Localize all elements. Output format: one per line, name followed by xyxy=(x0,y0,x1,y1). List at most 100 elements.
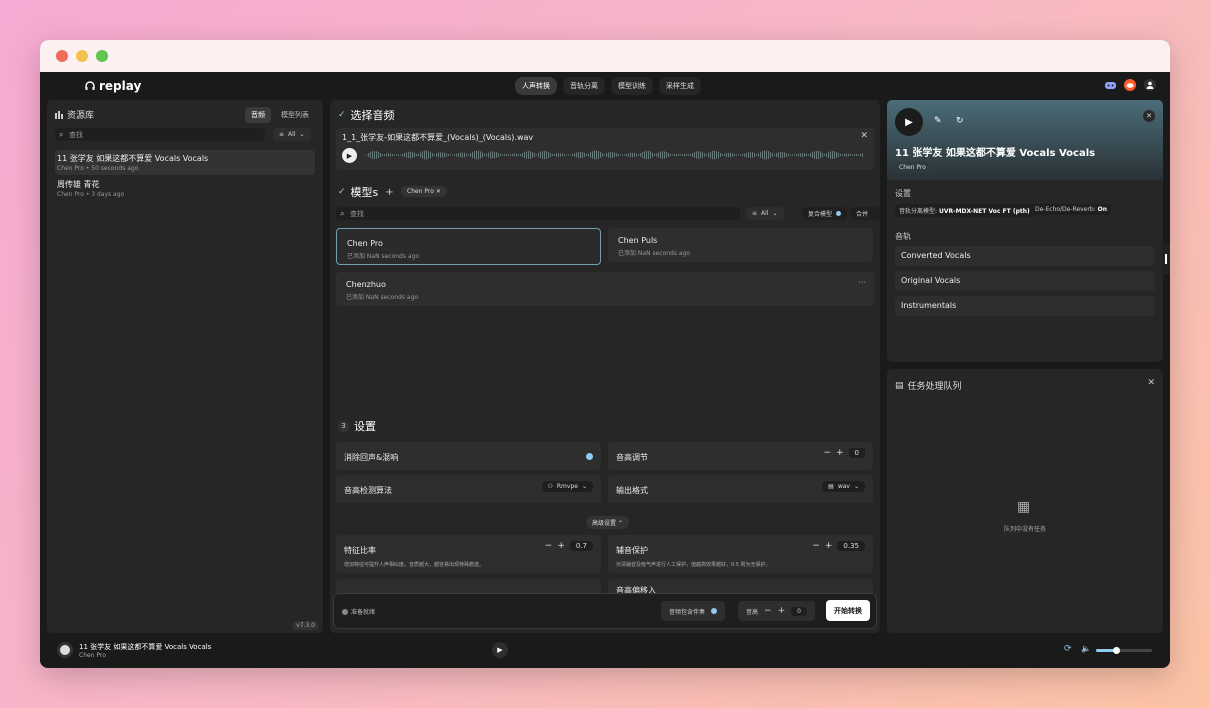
sort-icon: ≡ xyxy=(752,210,758,217)
pitch-stepper[interactable]: − + 0 xyxy=(823,448,865,458)
player-title: 11 张学友 如果这都不算爱 Vocals Vocals xyxy=(79,643,212,651)
version-badge: v7.3.0 xyxy=(293,621,318,630)
chevron-down-icon: ⌄ xyxy=(853,483,859,490)
close-icon[interactable]: ✕ xyxy=(1143,110,1155,122)
library-item[interactable]: 周传雄 青花 Chen Pro • 3 days ago xyxy=(55,176,315,201)
side-panel-handle[interactable] xyxy=(1162,244,1170,274)
app-window: replay 人声转换 音轨分离 模型训练 采样生成 资源库 音频 模型列表 ⌕… xyxy=(40,40,1170,668)
library-search-input[interactable]: ⌕ 查找 xyxy=(55,128,265,141)
app-logo[interactable]: replay xyxy=(85,79,141,93)
selected-model-chip[interactable]: Chen Pro ✕ xyxy=(401,186,447,197)
track-instrumentals[interactable]: Instrumentals xyxy=(895,296,1155,316)
volume-knob[interactable] xyxy=(1112,647,1120,654)
tab-model-list[interactable]: 模型列表 xyxy=(275,107,315,123)
main-nav: 人声转换 音轨分离 模型训练 采样生成 xyxy=(515,77,701,95)
pitch-detect-select[interactable]: ⚇ Rmvpe ⌄ xyxy=(541,481,593,492)
close-icon[interactable]: ✕ xyxy=(436,188,441,195)
minus-button[interactable]: − xyxy=(823,448,831,458)
library-tabs: 音频 模型列表 xyxy=(245,107,315,123)
advanced-settings-button[interactable]: 高级设置 ⌃ xyxy=(586,516,629,529)
search-icon: ⌕ xyxy=(59,130,64,139)
model-card-chenzhuo[interactable]: Chenzhuo 已添加 NaN seconds ago ··· xyxy=(336,272,874,306)
model-search-input[interactable]: ⌕ 查找 xyxy=(336,207,740,220)
close-window-button[interactable] xyxy=(56,50,68,62)
library-item[interactable]: 11 张学友 如果这都不算爱 Vocals Vocals Chen Pro • … xyxy=(55,150,315,175)
action-bar: 准备就绪 音频包含伴奏 音高 − + 0 开始转换 xyxy=(333,593,877,629)
start-convert-button[interactable]: 开始转换 xyxy=(826,600,870,621)
section-models: ✓ 模型s + xyxy=(338,186,394,199)
track-artist: Chen Pro xyxy=(895,162,930,173)
check-icon: ✓ xyxy=(338,187,346,197)
loop-icon[interactable]: ⟳ xyxy=(1064,644,1072,654)
plus-button[interactable]: + xyxy=(836,448,844,458)
separation-model-tag: 音轨分离模型: UVR-MDX-NET Voc FT (pth) xyxy=(895,204,1034,217)
player-bar: 11 张学友 如果这都不算爱 Vocals Vocals Chen Pro ▶ … xyxy=(40,636,1170,668)
echo-setting[interactable]: 消除回声&混响 xyxy=(336,442,601,470)
de-echo-tag: De-Echo/De-Reverb: On xyxy=(1031,204,1111,215)
tab-voice-convert[interactable]: 人声转换 xyxy=(515,77,557,95)
user-icon[interactable] xyxy=(1144,79,1156,91)
task-queue-panel: ▤ 任务处理队列 ✕ ▦ 队列中没有任务 xyxy=(887,369,1163,633)
model-card-chen-pro[interactable]: Chen Pro 已添加 NaN seconds ago xyxy=(336,228,601,265)
chevron-down-icon: ⌄ xyxy=(581,483,587,490)
play-icon[interactable]: ▶ xyxy=(342,148,357,163)
track-title: 11 张学友 如果这都不算爱 Vocals Vocals xyxy=(895,148,1096,159)
edit-icon[interactable]: ✎ xyxy=(934,116,942,126)
protect-stepper[interactable]: − + 0.35 xyxy=(812,541,865,551)
feature-ratio-stepper[interactable]: − + 0.7 xyxy=(545,541,593,551)
search-icon: ⌕ xyxy=(340,209,345,218)
pitch-setting: 音高调节 − + 0 xyxy=(608,442,873,470)
mix-model-toggle[interactable]: 复合模型 xyxy=(802,207,848,220)
reddit-icon[interactable] xyxy=(1124,79,1136,91)
chevron-down-icon: ⌄ xyxy=(299,131,305,138)
minus-button[interactable]: − xyxy=(764,606,772,616)
sort-icon: ≡ xyxy=(279,131,285,138)
track-original-vocals[interactable]: Original Vocals xyxy=(895,271,1155,291)
output-format-select[interactable]: ▤ wav ⌄ xyxy=(822,481,865,492)
app-header: replay 人声转换 音轨分离 模型训练 采样生成 xyxy=(40,72,1170,100)
tab-model-training[interactable]: 模型训练 xyxy=(611,77,653,95)
maximize-window-button[interactable] xyxy=(96,50,108,62)
tab-audio[interactable]: 音频 xyxy=(245,107,271,123)
output-format-setting: 输出格式 ▤ wav ⌄ xyxy=(608,475,873,503)
library-panel: 资源库 音频 模型列表 ⌕ 查找 ≡ All ⌄ 11 张学友 如果这都不算爱 … xyxy=(47,100,323,633)
plus-button[interactable]: + xyxy=(778,606,786,616)
model-filter-select[interactable]: ≡ All ⌄ xyxy=(746,207,784,220)
include-accompaniment-toggle[interactable]: 音频包含伴奏 xyxy=(661,601,726,621)
pitch-detect-setting: 音高检测算法 ⚇ Rmvpe ⌄ xyxy=(336,475,601,503)
close-icon[interactable]: ✕ xyxy=(860,131,868,141)
more-icon[interactable]: ··· xyxy=(858,278,866,287)
add-model-button[interactable]: + xyxy=(385,187,393,198)
minimize-window-button[interactable] xyxy=(76,50,88,62)
file-icon: ▤ xyxy=(828,483,834,490)
library-filter-select[interactable]: ≡ All ⌄ xyxy=(273,128,311,141)
plus-button[interactable]: + xyxy=(557,541,565,551)
audio-waveform[interactable] xyxy=(366,150,864,160)
close-icon[interactable]: ✕ xyxy=(1147,378,1155,388)
play-icon[interactable]: ▶ xyxy=(492,642,508,658)
calendar-icon: ▦ xyxy=(1017,499,1031,515)
minus-button[interactable]: − xyxy=(812,541,820,551)
plus-button[interactable]: + xyxy=(825,541,833,551)
tab-stem-separation[interactable]: 音轨分离 xyxy=(563,77,605,95)
merge-toggle[interactable]: 合并 xyxy=(850,207,880,220)
play-icon[interactable]: ▶ xyxy=(895,108,923,136)
users-icon: ⚇ xyxy=(547,483,553,490)
track-converted-vocals[interactable]: Converted Vocals xyxy=(895,246,1155,266)
echo-toggle[interactable] xyxy=(586,453,593,460)
volume-icon[interactable]: 🔈 xyxy=(1081,644,1091,653)
audio-filename: 1_1_张学友-如果这都不算爱_(Vocals)_(Vocals).wav xyxy=(342,133,534,142)
pitch-quick-stepper: 音高 − + 0 xyxy=(738,601,815,621)
tab-sample-generation[interactable]: 采样生成 xyxy=(659,77,701,95)
player-artist: Chen Pro xyxy=(79,652,106,659)
chevron-down-icon: ⌄ xyxy=(772,210,778,217)
title-bar xyxy=(40,40,1170,72)
volume-slider[interactable] xyxy=(1096,647,1152,654)
check-icon: ✓ xyxy=(338,110,346,120)
refresh-icon[interactable]: ↻ xyxy=(956,116,964,126)
minus-button[interactable]: − xyxy=(545,541,553,551)
model-card-chen-puls[interactable]: Chen Puls 已添加 NaN seconds ago xyxy=(608,228,873,262)
discord-icon[interactable] xyxy=(1104,79,1116,91)
toggle-indicator xyxy=(836,211,842,216)
step-badge: 3 xyxy=(338,420,349,432)
